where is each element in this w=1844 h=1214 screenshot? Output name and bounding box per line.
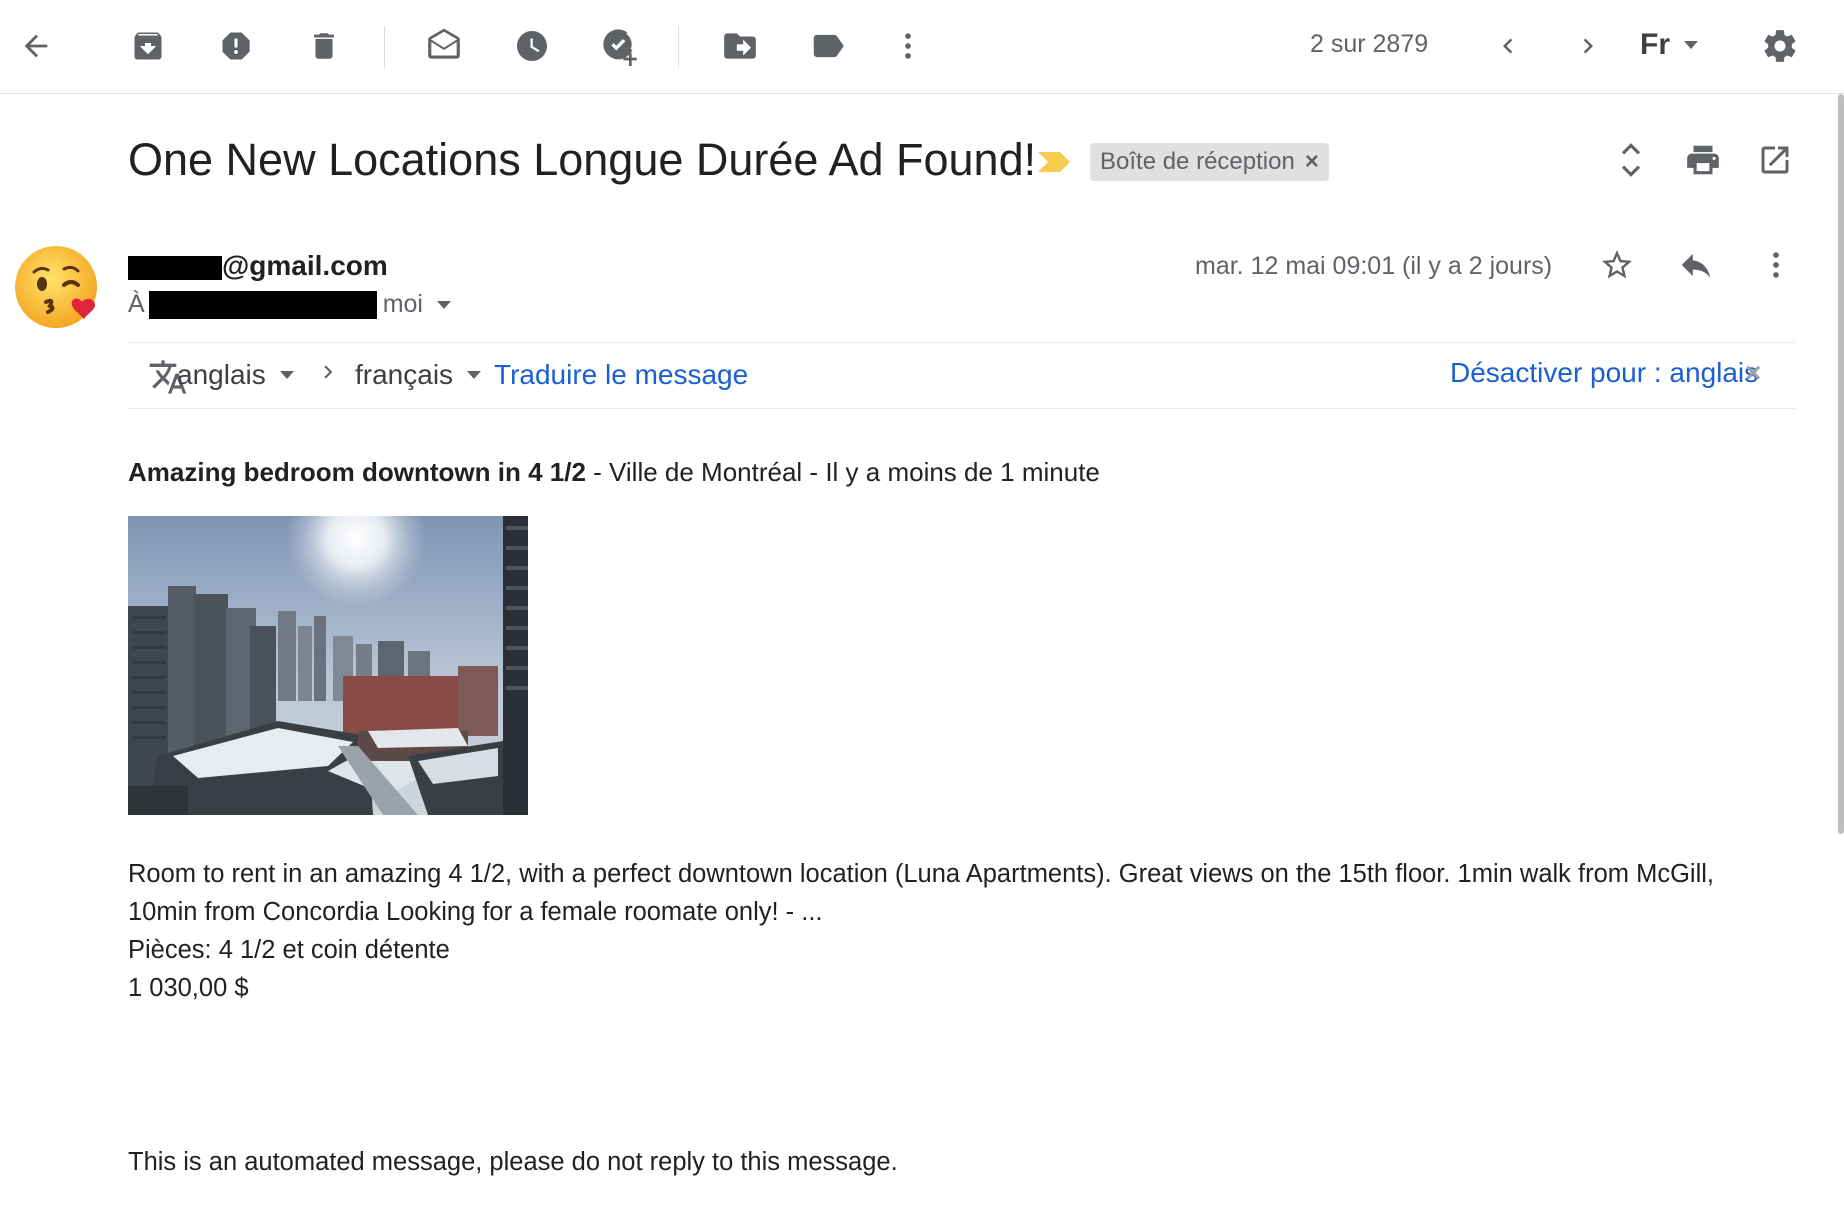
close-translate-bar-button[interactable]: × [1745, 357, 1761, 389]
translate-message-link[interactable]: Traduire le message [494, 359, 748, 391]
move-to-icon[interactable] [712, 18, 768, 74]
label-icon[interactable] [800, 18, 856, 74]
star-icon[interactable] [1589, 237, 1645, 293]
chevron-down-icon [467, 371, 482, 379]
label-chip-text: Boîte de réception [1100, 148, 1295, 175]
language-label: Fr [1640, 28, 1670, 61]
snooze-icon[interactable] [504, 18, 560, 74]
settings-icon[interactable] [1752, 18, 1808, 74]
toolbar: 2 sur 2879 Fr [0, 0, 1844, 94]
automated-footer-note: This is an automated message, please do … [128, 1148, 898, 1176]
importance-marker-icon[interactable] [1036, 150, 1072, 179]
archive-icon[interactable] [120, 18, 176, 74]
listing-meta: - Ville de Montréal - Il y a moins de 1 … [585, 457, 1100, 487]
open-in-new-window-icon[interactable] [1747, 132, 1803, 188]
reply-icon[interactable] [1668, 237, 1724, 293]
chevron-down-icon [279, 371, 294, 379]
sender-email-domain: @gmail.com [222, 250, 388, 281]
delete-icon[interactable] [296, 18, 352, 74]
report-spam-icon[interactable] [208, 18, 264, 74]
arrow-left-icon[interactable] [8, 18, 64, 74]
mark-unread-icon[interactable] [416, 18, 472, 74]
to-me: moi [382, 290, 423, 318]
chevron-left-icon[interactable] [1480, 18, 1536, 74]
listing-photo[interactable] [128, 516, 528, 815]
label-remove-button[interactable]: × [1305, 148, 1319, 176]
expand-all-icon[interactable] [1603, 132, 1659, 188]
listing-title-link[interactable]: Amazing bedroom downtown in 4 1/2 [128, 457, 586, 487]
input-language-button[interactable]: Fr [1640, 28, 1698, 62]
description-text: Room to rent in an amazing 4 1/2, with a… [128, 860, 1715, 926]
chevron-right-icon [315, 359, 341, 385]
sender-avatar[interactable] [12, 242, 102, 332]
translate-bar: anglais français Traduire le message Dés… [128, 342, 1796, 409]
source-language-label: anglais [177, 359, 266, 390]
message-date: mar. 12 mai 09:01 (il y a 2 jours) [1195, 252, 1553, 280]
message-subject: One New Locations Longue Durée Ad Found! [128, 134, 1037, 185]
recipient-line[interactable]: À moi [128, 290, 451, 319]
redacted-block [128, 255, 222, 280]
scrollbar[interactable] [1838, 94, 1844, 834]
disable-translation-link[interactable]: Désactiver pour : anglais [1450, 357, 1758, 389]
target-language-select[interactable]: français [355, 359, 482, 391]
rooms-text: Pièces: 4 1/2 et coin détente [128, 936, 450, 964]
add-task-icon[interactable] [592, 18, 648, 74]
listing-headline: Amazing bedroom downtown in 4 1/2 - Vill… [128, 457, 1100, 488]
source-language-select[interactable]: anglais [177, 359, 294, 391]
show-details-icon[interactable] [436, 300, 451, 309]
more-vert-icon[interactable] [1748, 237, 1804, 293]
label-chip-inbox[interactable]: Boîte de réception × [1090, 143, 1329, 181]
target-language-label: français [355, 359, 454, 390]
to-prefix: À [128, 290, 145, 318]
chevron-right-icon[interactable] [1560, 18, 1616, 74]
price-text: 1 030,00 $ [128, 974, 249, 1002]
redacted-block [148, 290, 377, 319]
message-counter: 2 sur 2879 [1310, 30, 1429, 58]
sender-email: @gmail.com [128, 250, 388, 282]
listing-description: Room to rent in an amazing 4 1/2, with a… [128, 855, 1788, 1007]
chevron-down-icon [1684, 41, 1698, 49]
toolbar-divider [384, 26, 385, 68]
more-vert-icon[interactable] [880, 18, 936, 74]
print-icon[interactable] [1675, 132, 1731, 188]
toolbar-divider [678, 26, 679, 68]
